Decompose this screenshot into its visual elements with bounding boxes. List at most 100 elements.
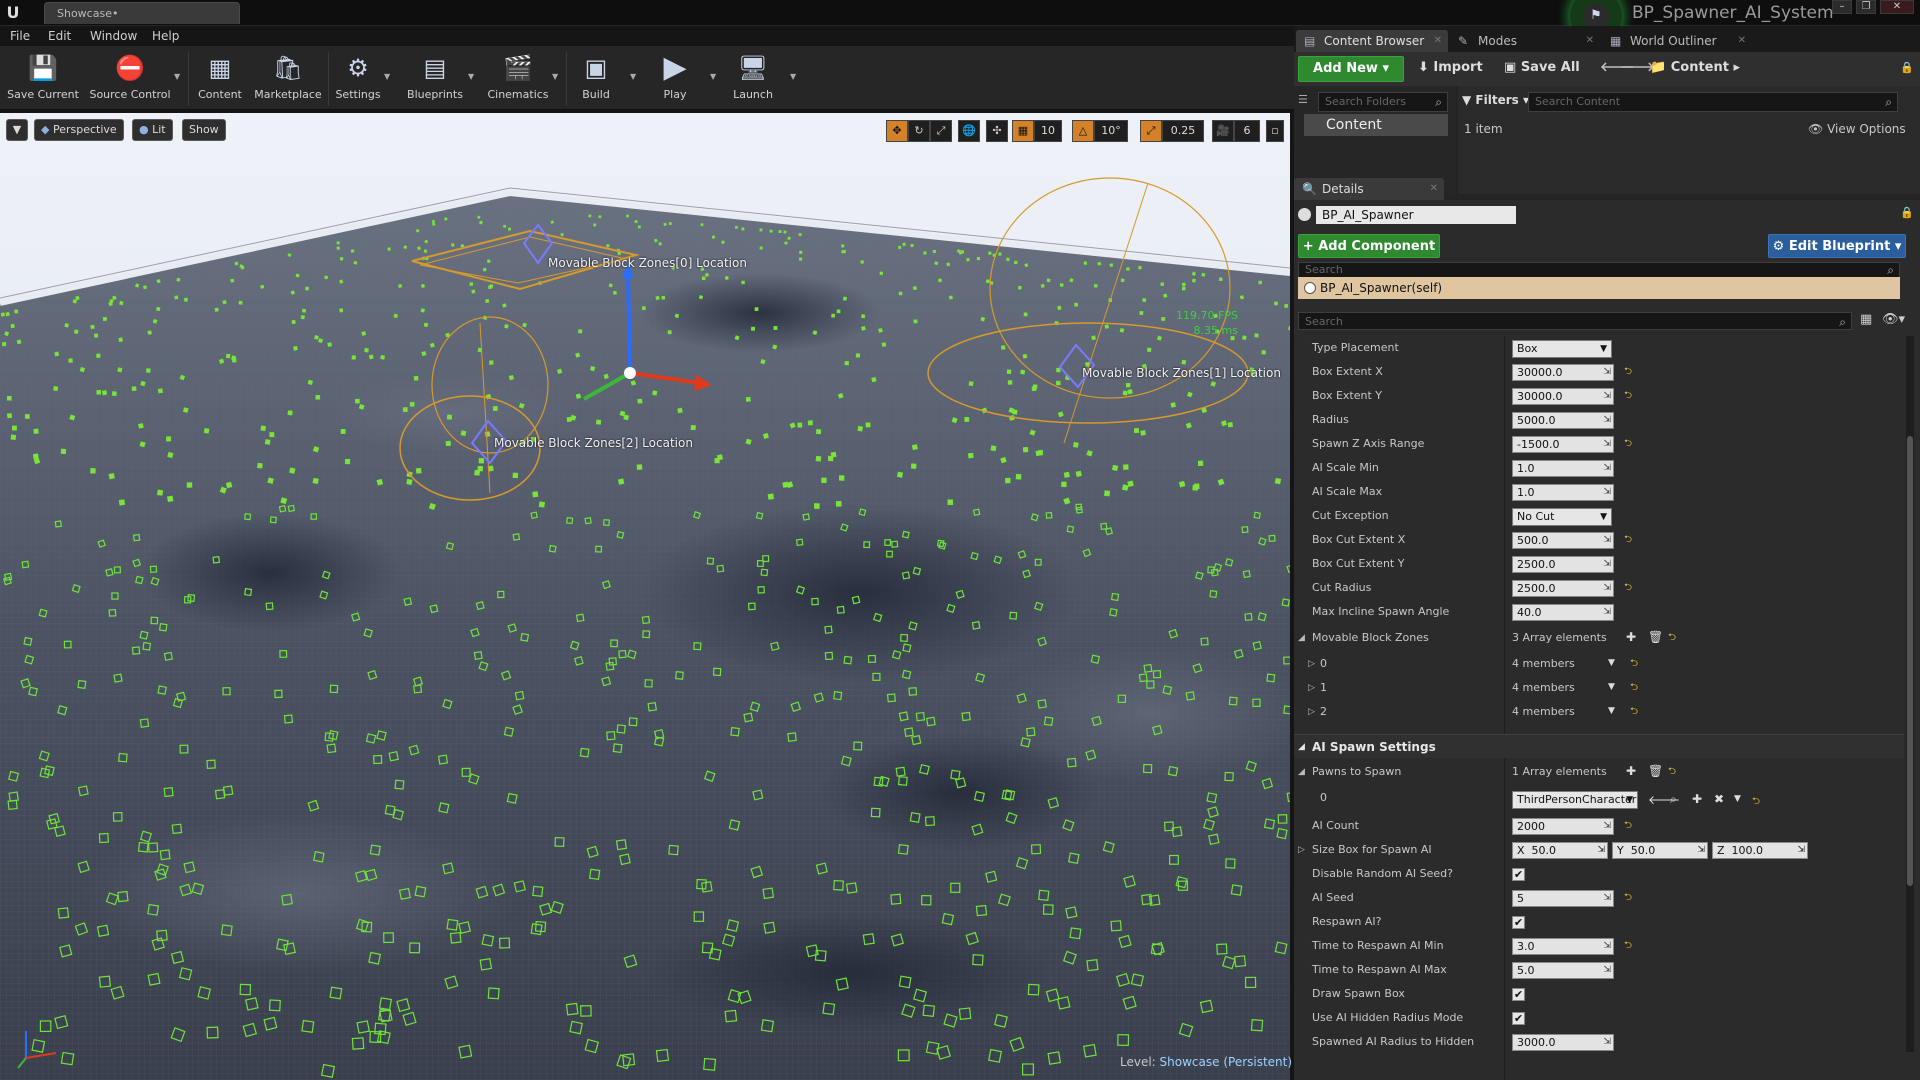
play-dropdown-icon[interactable]: ▼ — [710, 72, 716, 81]
close-tab-icon[interactable]: ✕ — [1430, 178, 1438, 200]
ai-seed-input[interactable]: 5 ⇲ — [1512, 890, 1614, 907]
respawn-min-input[interactable]: 3.0 ⇲ — [1512, 938, 1614, 955]
path-breadcrumb[interactable]: 📁 Content ▸ — [1650, 56, 1740, 80]
launch-button[interactable]: 🖥 Launch — [726, 48, 780, 108]
hidden-radius-mode-checkbox[interactable]: ✔ — [1512, 1012, 1525, 1025]
camera-speed-value[interactable]: 6 — [1234, 120, 1260, 142]
ai-scale-max-input[interactable]: 1.0 ⇲ — [1512, 484, 1614, 501]
search-content-input[interactable]: Search Content ⌕ — [1528, 92, 1898, 112]
close-tab-icon[interactable]: ✕ — [1434, 30, 1442, 52]
pawn-class-select[interactable]: ThirdPersonCharacter ▼ — [1512, 791, 1638, 809]
maximize-button[interactable]: ❐ — [1856, 0, 1876, 14]
collapse-arrow-icon[interactable]: ◢ — [1298, 626, 1305, 650]
add-new-button[interactable]: Add New ▾ — [1298, 56, 1404, 82]
box-extent-y-input[interactable]: 30000.0 ⇲ — [1512, 388, 1614, 405]
draw-spawn-box-checkbox[interactable]: ✔ — [1512, 988, 1525, 1001]
cinematics-dropdown-icon[interactable]: ▼ — [552, 72, 558, 81]
disable-seed-checkbox[interactable]: ✔ — [1512, 868, 1525, 881]
clear-element-icon[interactable]: ✖ — [1714, 792, 1724, 806]
blueprints-dropdown-icon[interactable]: ▼ — [468, 72, 474, 81]
content-button[interactable]: ▦ Content — [194, 48, 246, 108]
cut-exception-select[interactable]: No Cut ▼ — [1512, 508, 1612, 526]
spawned-radius-input[interactable]: 3000.0 ⇲ — [1512, 1034, 1614, 1051]
settings-dropdown-icon[interactable]: ▼ — [384, 72, 390, 81]
expand-arrow-icon[interactable]: ▷ — [1308, 700, 1315, 724]
spawn-z-range-input[interactable]: -1500.0 ⇲ — [1512, 436, 1614, 453]
tab-world-outliner[interactable]: ▦ World Outliner ✕ — [1602, 30, 1752, 52]
respawn-checkbox[interactable]: ✔ — [1512, 916, 1525, 929]
size-z-input[interactable]: Z 100.0 ⇲ — [1712, 842, 1808, 859]
actor-name-field[interactable]: BP_AI_Spawner — [1316, 206, 1516, 224]
tab-details[interactable]: 🔍 Details ✕ — [1294, 178, 1444, 200]
reset-default-icon[interactable]: ⮌ — [1624, 818, 1632, 835]
grid-snap-value[interactable]: 10 — [1034, 120, 1062, 142]
import-button[interactable]: ⬇ Import — [1418, 56, 1483, 80]
max-incline-input[interactable]: 40.0 ⇲ — [1512, 604, 1614, 621]
lock-icon[interactable]: 🔒 — [1900, 206, 1914, 219]
level-viewport[interactable]: ▼ ◆ Perspective ● Lit Show ✥ ↻ ⤢ 🌐 ✣ ▦ 1… — [0, 113, 1290, 1080]
cut-radius-input[interactable]: 2500.0 ⇲ — [1512, 580, 1614, 597]
category-ai-spawn-settings[interactable]: ◢ AI Spawn Settings — [1294, 734, 1904, 758]
viewport-options-button[interactable]: ▼ — [6, 119, 28, 141]
build-button[interactable]: ▣ Build — [572, 48, 620, 108]
scale-snap-icon[interactable]: ⤢ — [1140, 120, 1162, 142]
search-folders-input[interactable]: Search Folders ⌕ — [1318, 92, 1448, 112]
play-button[interactable]: ▶ Play — [648, 48, 702, 108]
rotation-snap-icon[interactable]: △ — [1072, 120, 1094, 142]
reset-default-icon[interactable]: ⮌ — [1624, 938, 1632, 955]
expand-arrow-icon[interactable]: ▷ — [1308, 652, 1315, 676]
surface-snap-icon[interactable]: ✣ — [986, 120, 1008, 142]
lock-icon[interactable]: 🔒 — [1900, 56, 1914, 80]
rotation-snap-value[interactable]: 10° — [1094, 120, 1128, 142]
scrollbar-thumb[interactable] — [1907, 436, 1913, 886]
box-cut-extent-y-input[interactable]: 2500.0 ⇲ — [1512, 556, 1614, 573]
add-element-icon[interactable]: ✚ — [1626, 630, 1636, 644]
reset-default-icon[interactable]: ⮌ — [1630, 704, 1638, 721]
save-all-button[interactable]: ▣ Save All — [1504, 56, 1580, 80]
save-current-button[interactable]: 💾 Save Current — [6, 48, 80, 108]
ai-scale-min-input[interactable]: 1.0 ⇲ — [1512, 460, 1614, 477]
camera-speed-icon[interactable]: 🎥 — [1212, 120, 1234, 142]
size-y-input[interactable]: Y 50.0 ⇲ — [1612, 842, 1708, 859]
level-tab[interactable]: Showcase• — [44, 2, 240, 24]
minimize-button[interactable]: – — [1832, 0, 1852, 14]
reset-default-icon[interactable]: ⮌ — [1624, 580, 1632, 597]
menu-window[interactable]: Window — [90, 29, 137, 43]
sources-toggle-icon[interactable]: ☰ — [1298, 88, 1308, 112]
reset-default-icon[interactable]: ⮌ — [1752, 794, 1760, 811]
tab-content-browser[interactable]: ▤ Content Browser ✕ — [1296, 30, 1448, 52]
reset-default-icon[interactable]: ⮌ — [1624, 364, 1632, 381]
marketplace-button[interactable]: 🛍 Marketplace — [252, 48, 324, 108]
filters-button[interactable]: ▼ Filters ▾ — [1462, 88, 1529, 112]
expand-arrow-icon[interactable]: ▷ — [1298, 838, 1305, 862]
world-space-icon[interactable]: 🌐 — [958, 120, 980, 142]
close-window-button[interactable]: ✕ — [1880, 0, 1914, 14]
details-search-input[interactable]: Search ⌕ — [1298, 312, 1852, 330]
insert-element-icon[interactable]: ✚ — [1692, 792, 1702, 806]
build-dropdown-icon[interactable]: ▼ — [630, 72, 636, 81]
box-cut-extent-x-input[interactable]: 500.0 ⇲ — [1512, 532, 1614, 549]
size-x-input[interactable]: X 50.0 ⇲ — [1512, 842, 1608, 859]
rotate-mode-icon[interactable]: ↻ — [908, 120, 930, 142]
reset-default-icon[interactable]: ⮌ — [1624, 388, 1632, 405]
details-scrollbar[interactable] — [1906, 336, 1914, 1052]
add-component-button[interactable]: + Add Component ▾ — [1298, 234, 1440, 278]
radius-input[interactable]: 5000.0 ⇲ — [1512, 412, 1614, 429]
chevron-down-icon[interactable]: ▼ — [1608, 706, 1615, 716]
reset-default-icon[interactable]: ⮌ — [1668, 630, 1676, 647]
ai-count-input[interactable]: 2000 ⇲ — [1512, 818, 1614, 835]
trash-icon[interactable]: 🗑 — [1648, 630, 1663, 644]
component-search-input[interactable]: Search ⌕ — [1298, 262, 1900, 278]
self-component-row[interactable]: BP_AI_Spawner(self) — [1298, 277, 1900, 299]
respawn-max-input[interactable]: 5.0 ⇲ — [1512, 962, 1614, 979]
close-tab-icon[interactable]: ✕ — [1586, 30, 1594, 52]
reset-default-icon[interactable]: ⮌ — [1630, 680, 1638, 697]
close-tab-icon[interactable]: ✕ — [1738, 30, 1746, 52]
blueprints-button[interactable]: ▤ Blueprints — [404, 48, 466, 108]
launch-dropdown-icon[interactable]: ▼ — [790, 72, 796, 81]
trash-icon[interactable]: 🗑 — [1648, 764, 1663, 778]
menu-file[interactable]: File — [10, 29, 30, 43]
lit-button[interactable]: ● Lit — [132, 119, 173, 141]
add-element-icon[interactable]: ✚ — [1626, 764, 1636, 778]
show-button[interactable]: Show — [182, 119, 226, 141]
